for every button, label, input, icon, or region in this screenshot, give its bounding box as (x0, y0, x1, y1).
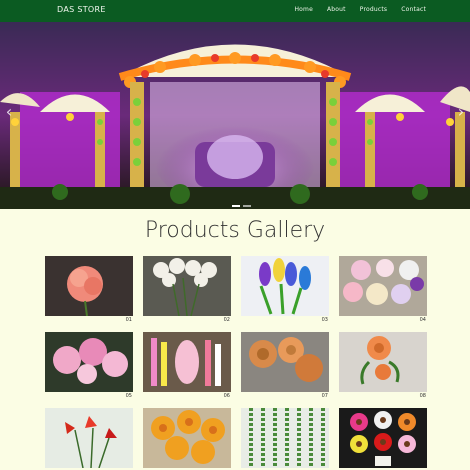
gerbera-daisy-photo (339, 408, 427, 468)
carousel-next-icon[interactable]: › (454, 100, 468, 124)
product-number: 06 (223, 393, 230, 399)
product-number: 03 (321, 317, 328, 323)
red-lily-photo (45, 408, 133, 468)
product-card[interactable] (143, 408, 231, 469)
nav-products[interactable]: Products (360, 6, 388, 13)
orange-flowers-photo (143, 408, 231, 468)
carousel-indicators (232, 205, 251, 207)
product-number: 07 (321, 393, 328, 399)
carousel-prev-icon[interactable]: ‹ (2, 100, 16, 124)
pink-carnation-photo (45, 256, 133, 316)
top-navbar: DAS STORE Home About Products Contact (0, 0, 470, 22)
main-nav: Home About Products Contact (294, 6, 426, 13)
product-card[interactable]: 05 (45, 332, 133, 399)
product-card[interactable]: 06 (143, 332, 231, 399)
product-grid: 01 02 03 04 05 06 07 08 (45, 256, 427, 469)
pink-hydrangea-photo (45, 332, 133, 392)
product-card[interactable]: 07 (241, 332, 329, 399)
peach-roses-photo (241, 332, 329, 392)
product-card[interactable]: 02 (143, 256, 231, 323)
orange-rose-photo (339, 332, 427, 392)
white-flowers-photo (143, 256, 231, 316)
product-card[interactable] (339, 408, 427, 469)
green-hanging-vines-photo (241, 408, 329, 468)
gallery-title: Products Gallery (144, 218, 326, 243)
hero-carousel[interactable]: ‹ › (0, 22, 470, 209)
nav-home[interactable]: Home (294, 6, 313, 13)
product-card[interactable] (241, 408, 329, 469)
product-card[interactable] (45, 408, 133, 469)
product-card[interactable]: 08 (339, 332, 427, 399)
product-number: 04 (419, 317, 426, 323)
nav-about[interactable]: About (327, 6, 346, 13)
brand-logo[interactable]: DAS STORE (57, 5, 106, 14)
product-number: 08 (419, 393, 426, 399)
carousel-dot[interactable] (243, 205, 251, 207)
colorful-hyacinth-photo (241, 256, 329, 316)
product-number: 05 (125, 393, 132, 399)
hero-image-decor-stage (0, 22, 470, 209)
carousel-dot[interactable] (232, 205, 240, 207)
nav-contact[interactable]: Contact (401, 6, 426, 13)
pastel-roses-photo (339, 256, 427, 316)
product-number: 01 (125, 317, 132, 323)
product-card[interactable]: 01 (45, 256, 133, 323)
flower-garland-photo (143, 332, 231, 392)
product-card[interactable]: 04 (339, 256, 427, 323)
product-number: 02 (223, 317, 230, 323)
product-card[interactable]: 03 (241, 256, 329, 323)
